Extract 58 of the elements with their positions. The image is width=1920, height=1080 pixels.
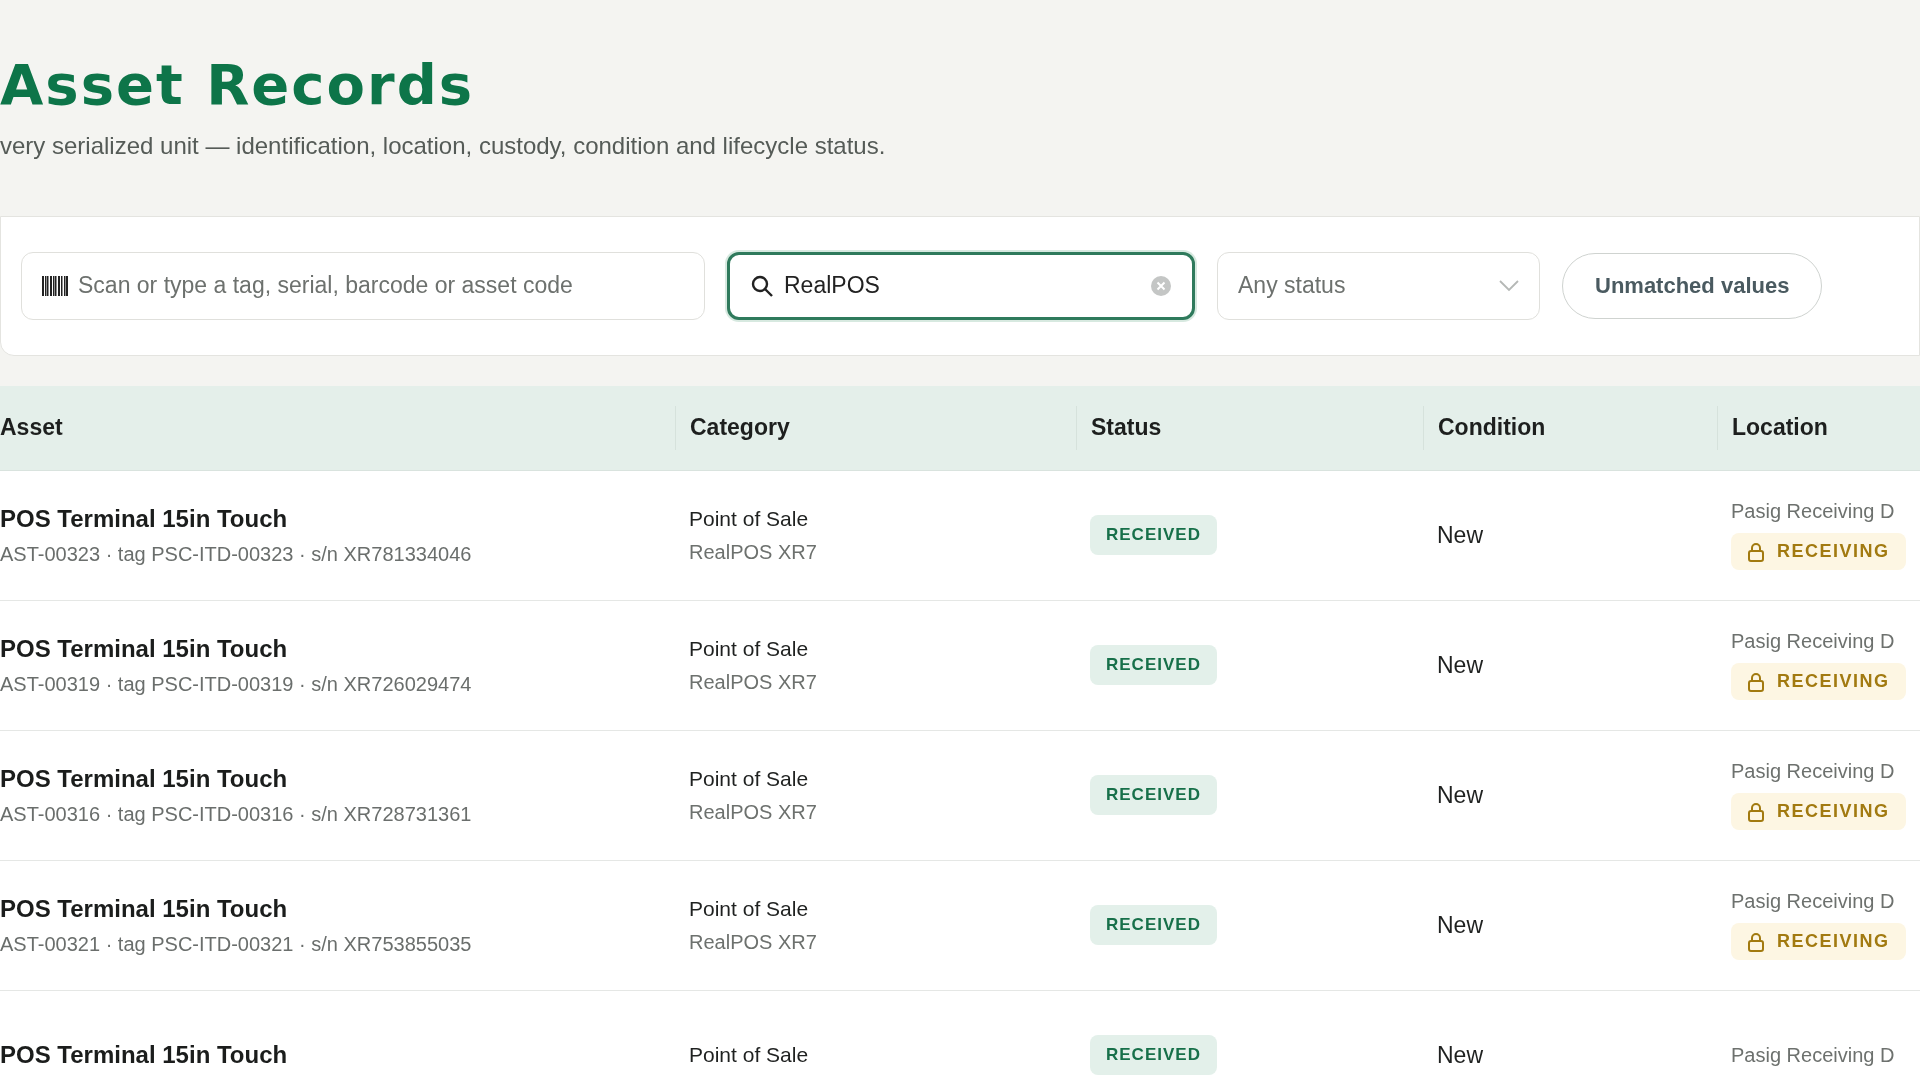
- model-text: RealPOS XR7: [689, 540, 817, 564]
- asset-identifiers: AST-00321 · tag PSC-ITD-00321 · s/n XR753855035: [0, 932, 472, 956]
- status-badge: RECEIVED: [1090, 905, 1217, 946]
- search-box[interactable]: RealPOS: [727, 251, 1195, 320]
- condition-text: New: [1437, 1041, 1483, 1069]
- column-header: Category: [675, 405, 1076, 450]
- condition-text: New: [1437, 781, 1483, 809]
- location-text: Pasig Receiving D: [1731, 630, 1895, 654]
- location-text: Pasig Receiving D: [1731, 760, 1895, 784]
- condition-text: New: [1437, 521, 1483, 549]
- asset-identifiers: AST-00319 · tag PSC-ITD-00319 · s/n XR726029474: [0, 672, 472, 696]
- receiving-badge: RECEIVING: [1731, 923, 1906, 961]
- column-header: Status: [1076, 405, 1423, 450]
- location-text: Pasig Receiving D: [1731, 500, 1895, 524]
- model-text: RealPOS XR7: [689, 670, 817, 694]
- asset-name: POS Terminal 15in Touch: [0, 764, 288, 793]
- lock-icon: [1747, 671, 1765, 692]
- lock-icon: [1747, 931, 1765, 952]
- unmatched-values-button[interactable]: Unmatched values: [1562, 252, 1823, 319]
- status-badge: RECEIVED: [1090, 775, 1217, 816]
- column-header: Condition: [1423, 405, 1717, 450]
- asset-name: POS Terminal 15in Touch: [0, 1041, 288, 1070]
- scan-field[interactable]: Scan or type a tag, serial, barcode or asset code: [76, 271, 684, 301]
- asset-name: POS Terminal 15in Touch: [0, 894, 288, 923]
- chevron-down-icon: [1499, 279, 1519, 292]
- condition-text: New: [1437, 911, 1483, 939]
- column-header: Location: [1717, 405, 1920, 450]
- status-badge: RECEIVED: [1090, 645, 1217, 686]
- asset-name: POS Terminal 15in Touch: [0, 634, 288, 663]
- barcode-icon: [42, 275, 68, 296]
- category-text: Point of Sale: [689, 1043, 809, 1068]
- asset-identifiers: AST-00323 · tag PSC-ITD-00323 · s/n XR781334046: [0, 542, 472, 566]
- model-text: RealPOS XR7: [689, 800, 817, 824]
- location-text: Pasig Receiving D: [1731, 1043, 1895, 1067]
- status-badge: RECEIVED: [1090, 515, 1217, 556]
- category-text: Point of Sale: [689, 896, 809, 921]
- location-text: Pasig Receiving D: [1731, 890, 1895, 914]
- lock-icon: [1747, 541, 1765, 562]
- receiving-badge: RECEIVING: [1731, 793, 1906, 831]
- page-title: Asset Records: [0, 54, 475, 116]
- model-text: RealPOS XR7: [689, 930, 817, 954]
- column-header: Asset: [0, 413, 64, 443]
- scan-box[interactable]: Scan or type a tag, serial, barcode or asset code: [21, 251, 705, 320]
- asset-identifiers: AST-00316 · tag PSC-ITD-00316 · s/n XR728731361: [0, 802, 472, 826]
- search-field[interactable]: RealPOS: [782, 271, 1142, 301]
- page-subtitle: very serialized unit — identification, location, custody, condition and lifecycle status.: [0, 131, 886, 160]
- search-icon: [750, 273, 774, 298]
- status-dropdown[interactable]: Any status: [1217, 251, 1540, 320]
- category-text: Point of Sale: [689, 636, 809, 661]
- lock-icon: [1747, 801, 1765, 822]
- status-badge: RECEIVED: [1090, 1035, 1217, 1076]
- asset-name: POS Terminal 15in Touch: [0, 504, 288, 533]
- condition-text: New: [1437, 651, 1483, 679]
- category-text: Point of Sale: [689, 766, 809, 791]
- clear-icon[interactable]: [1150, 274, 1172, 297]
- receiving-badge: RECEIVING: [1731, 533, 1906, 571]
- category-text: Point of Sale: [689, 506, 809, 531]
- receiving-badge: RECEIVING: [1731, 663, 1906, 701]
